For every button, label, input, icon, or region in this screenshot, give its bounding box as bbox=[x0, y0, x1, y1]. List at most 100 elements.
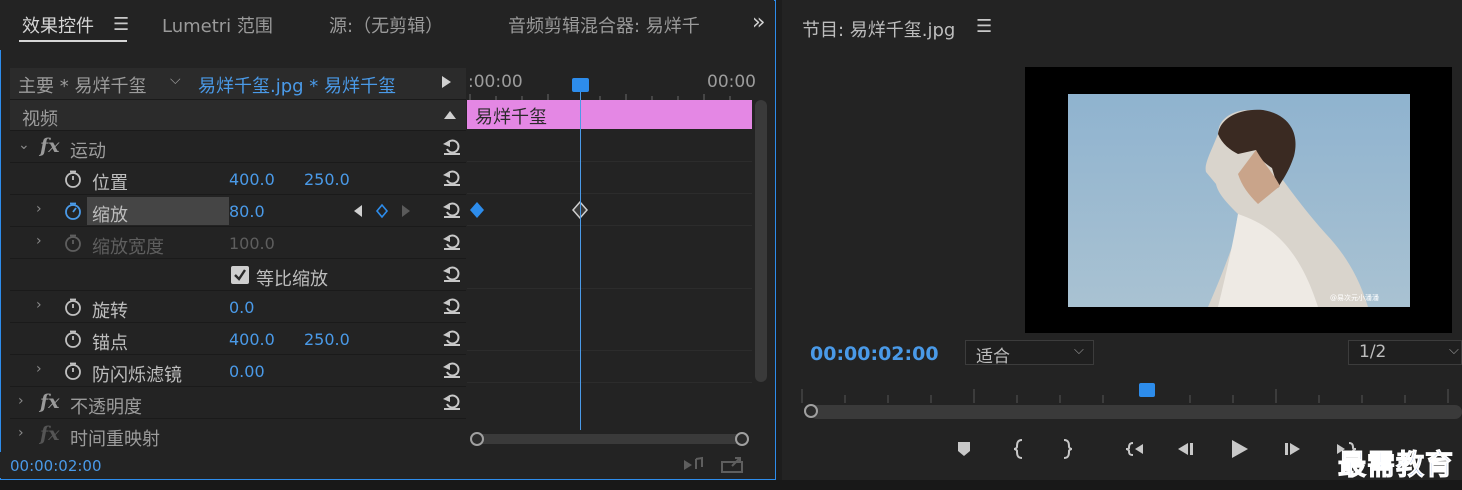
tab-lumetri-scopes[interactable]: Lumetri 范围 bbox=[162, 12, 273, 38]
stopwatch-icon[interactable] bbox=[64, 362, 82, 380]
collapse-up-icon[interactable] bbox=[444, 111, 456, 119]
reset-icon[interactable] bbox=[442, 295, 462, 315]
reset-icon[interactable] bbox=[442, 199, 462, 219]
zoom-fit-dropdown[interactable]: 适合 ⌵ bbox=[965, 340, 1094, 367]
reset-icon[interactable] bbox=[442, 136, 462, 156]
playhead-timecode[interactable]: 00:00:02:00 bbox=[810, 343, 939, 365]
rotation-value[interactable]: 0.0 bbox=[229, 298, 254, 317]
resolution-dropdown[interactable]: 1/2 ⌵ bbox=[1348, 340, 1462, 365]
anti-flicker-value[interactable]: 0.00 bbox=[229, 362, 265, 381]
opacity-effect-row[interactable]: › fx 不透明度 bbox=[10, 388, 466, 419]
keyframe-current-icon[interactable] bbox=[571, 201, 591, 219]
play-only-clip-audio-icon[interactable] bbox=[442, 76, 451, 88]
reset-icon[interactable] bbox=[442, 359, 462, 379]
position-x-value[interactable]: 400.0 bbox=[229, 170, 275, 189]
anchor-x-value[interactable]: 400.0 bbox=[229, 330, 275, 349]
keyframe-start-icon[interactable] bbox=[468, 201, 488, 219]
timeline-row-divider bbox=[467, 288, 752, 289]
ruler-ticks bbox=[469, 94, 731, 100]
fx-toggle-icon[interactable]: fx bbox=[40, 391, 60, 413]
time-remap-effect-row[interactable]: › fx 时间重映射 bbox=[10, 420, 466, 451]
portrait-photo: @易次元小潘潘 bbox=[1068, 94, 1410, 307]
effect-controls-tab-bar: 效果控件 ☰ Lumetri 范围 源:（无剪辑） 音频剪辑混合器: 易烊千 » bbox=[0, 0, 774, 50]
export-icon[interactable] bbox=[720, 454, 746, 474]
anchor-point-row: 锚点 400.0 250.0 bbox=[10, 324, 466, 355]
reset-icon[interactable] bbox=[442, 327, 462, 347]
vertical-scrollbar[interactable] bbox=[755, 100, 767, 382]
zoom-fit-value: 适合 bbox=[976, 347, 1010, 367]
effect-keyframe-timeline[interactable] bbox=[466, 100, 752, 430]
mark-out-icon[interactable] bbox=[1060, 438, 1074, 460]
time-remap-label: 时间重映射 bbox=[70, 429, 160, 450]
playhead-line bbox=[580, 90, 581, 430]
reset-icon[interactable] bbox=[442, 263, 462, 283]
anchor-y-value[interactable]: 250.0 bbox=[304, 330, 350, 349]
scale-width-value: 100.0 bbox=[229, 234, 275, 253]
add-keyframe-icon[interactable] bbox=[375, 203, 389, 219]
footer-timecode[interactable]: 00:00:02:00 bbox=[10, 457, 102, 475]
anti-flicker-row: › 防闪烁滤镜 0.00 bbox=[10, 356, 466, 387]
mark-in-icon[interactable] bbox=[1012, 438, 1026, 460]
anchor-point-label: 锚点 bbox=[92, 333, 128, 354]
panel-menu-icon[interactable]: ☰ bbox=[976, 16, 992, 37]
timeline-row-divider bbox=[467, 193, 752, 194]
ruler-start-time: :00:00 bbox=[468, 72, 523, 92]
horizontal-zoom-scrollbar[interactable] bbox=[472, 434, 748, 444]
tab-effect-controls[interactable]: 效果控件 bbox=[22, 12, 94, 38]
go-to-in-icon[interactable] bbox=[1123, 440, 1147, 458]
chevron-right-icon[interactable]: › bbox=[36, 233, 42, 249]
clip-bar[interactable]: 易烊千玺 bbox=[467, 100, 752, 129]
step-forward-icon[interactable] bbox=[1282, 441, 1302, 457]
fx-toggle-icon[interactable]: fx bbox=[40, 135, 60, 157]
uniform-scale-checkbox[interactable] bbox=[230, 265, 250, 285]
video-section-header: 视频 bbox=[10, 100, 466, 131]
step-back-icon[interactable] bbox=[1176, 441, 1196, 457]
stopwatch-icon[interactable] bbox=[64, 170, 82, 188]
uniform-scale-row: 等比缩放 bbox=[10, 260, 466, 291]
reset-icon[interactable] bbox=[442, 167, 462, 187]
motion-effect-row[interactable]: ⌄ fx 运动 bbox=[10, 132, 466, 163]
playhead-handle[interactable] bbox=[572, 78, 589, 92]
timeline-row-divider bbox=[467, 225, 752, 226]
next-keyframe-icon[interactable] bbox=[402, 205, 410, 217]
position-y-value[interactable]: 250.0 bbox=[304, 170, 350, 189]
previous-keyframe-icon[interactable] bbox=[354, 205, 362, 217]
position-label: 位置 bbox=[92, 173, 128, 194]
reset-icon[interactable] bbox=[442, 231, 462, 251]
scale-value[interactable]: 80.0 bbox=[229, 202, 265, 221]
chevron-down-icon[interactable]: ⌄ bbox=[18, 137, 30, 153]
program-monitor-title[interactable]: 节目: 易烊千玺.jpg bbox=[802, 16, 955, 42]
reset-icon[interactable] bbox=[442, 391, 462, 411]
chevron-down-icon[interactable]: ⌵ bbox=[170, 72, 181, 88]
effect-timeline-ruler[interactable]: :00:00 00:00 bbox=[466, 68, 756, 100]
chevron-right-icon[interactable]: › bbox=[18, 425, 24, 441]
program-playhead-handle[interactable] bbox=[1139, 383, 1155, 397]
zoom-handle-right[interactable] bbox=[735, 432, 749, 446]
tab-audio-clip-mixer[interactable]: 音频剪辑混合器: 易烊千 bbox=[508, 12, 718, 38]
program-time-ruler[interactable] bbox=[800, 385, 1462, 405]
program-scrub-track[interactable] bbox=[810, 405, 1462, 419]
zoom-handle-left[interactable] bbox=[470, 432, 484, 446]
play-audio-icon[interactable] bbox=[682, 456, 706, 474]
sequence-clip-label[interactable]: 易烊千玺.jpg * 易烊千玺 bbox=[198, 72, 396, 98]
scrub-start-handle[interactable] bbox=[804, 404, 818, 418]
fx-disabled-icon: fx bbox=[40, 423, 60, 445]
master-clip-label[interactable]: 主要 * 易烊千玺 bbox=[18, 72, 146, 98]
tabs-overflow-icon[interactable]: » bbox=[752, 10, 765, 35]
stopwatch-icon[interactable] bbox=[64, 330, 82, 348]
stopwatch-active-icon[interactable] bbox=[64, 202, 82, 220]
play-icon[interactable] bbox=[1228, 438, 1250, 460]
add-marker-icon[interactable] bbox=[956, 440, 972, 458]
timeline-row-divider bbox=[467, 382, 752, 383]
effect-controls-footer: 00:00:02:00 bbox=[0, 452, 774, 478]
chevron-right-icon[interactable]: › bbox=[36, 297, 42, 313]
anti-flicker-label: 防闪烁滤镜 bbox=[92, 365, 182, 386]
chevron-right-icon[interactable]: › bbox=[18, 393, 24, 409]
chevron-right-icon[interactable]: › bbox=[36, 201, 42, 217]
timeline-row-divider bbox=[467, 350, 752, 351]
tab-source[interactable]: 源:（无剪辑） bbox=[329, 12, 443, 38]
timeline-row-divider bbox=[467, 161, 752, 162]
stopwatch-icon[interactable] bbox=[64, 298, 82, 316]
chevron-right-icon[interactable]: › bbox=[36, 361, 42, 377]
panel-menu-icon[interactable]: ☰ bbox=[113, 14, 129, 35]
